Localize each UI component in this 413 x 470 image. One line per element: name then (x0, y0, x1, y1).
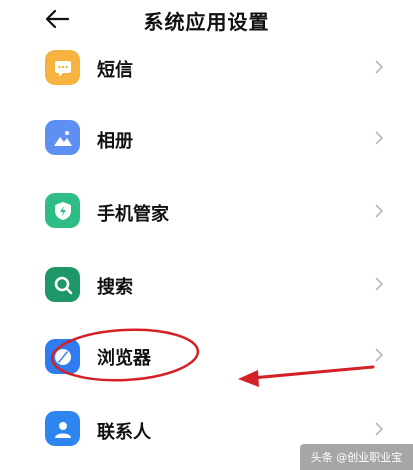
chevron-right-icon (375, 204, 384, 218)
settings-item-label: 手机管家 (97, 204, 169, 225)
chevron-right-icon (375, 422, 384, 436)
settings-item-search[interactable]: 搜索 (0, 249, 413, 319)
settings-item-gallery[interactable]: 相册 (0, 103, 413, 173)
settings-item-label: 浏览器 (97, 348, 151, 369)
settings-item-phone-manager[interactable]: 手机管家 (0, 176, 413, 246)
chevron-right-icon (375, 60, 384, 74)
page-title: 系统应用设置 (143, 10, 270, 34)
search-icon (45, 267, 80, 302)
settings-item-label: 相册 (97, 131, 133, 152)
browser-icon (45, 339, 80, 374)
gallery-icon (45, 120, 80, 155)
contacts-icon (45, 411, 80, 446)
chevron-right-icon (375, 277, 384, 291)
settings-item-browser[interactable]: 浏览器 (0, 320, 413, 390)
settings-item-sms[interactable]: 短信 (0, 32, 413, 102)
shield-icon (45, 193, 80, 228)
chevron-right-icon (375, 348, 384, 362)
message-icon (45, 50, 80, 85)
watermark: 头条 @创业职业宝 (300, 444, 413, 470)
settings-item-label: 联系人 (97, 422, 151, 443)
settings-item-label: 搜索 (97, 277, 133, 298)
chevron-right-icon (375, 131, 384, 145)
settings-item-label: 短信 (97, 60, 133, 81)
